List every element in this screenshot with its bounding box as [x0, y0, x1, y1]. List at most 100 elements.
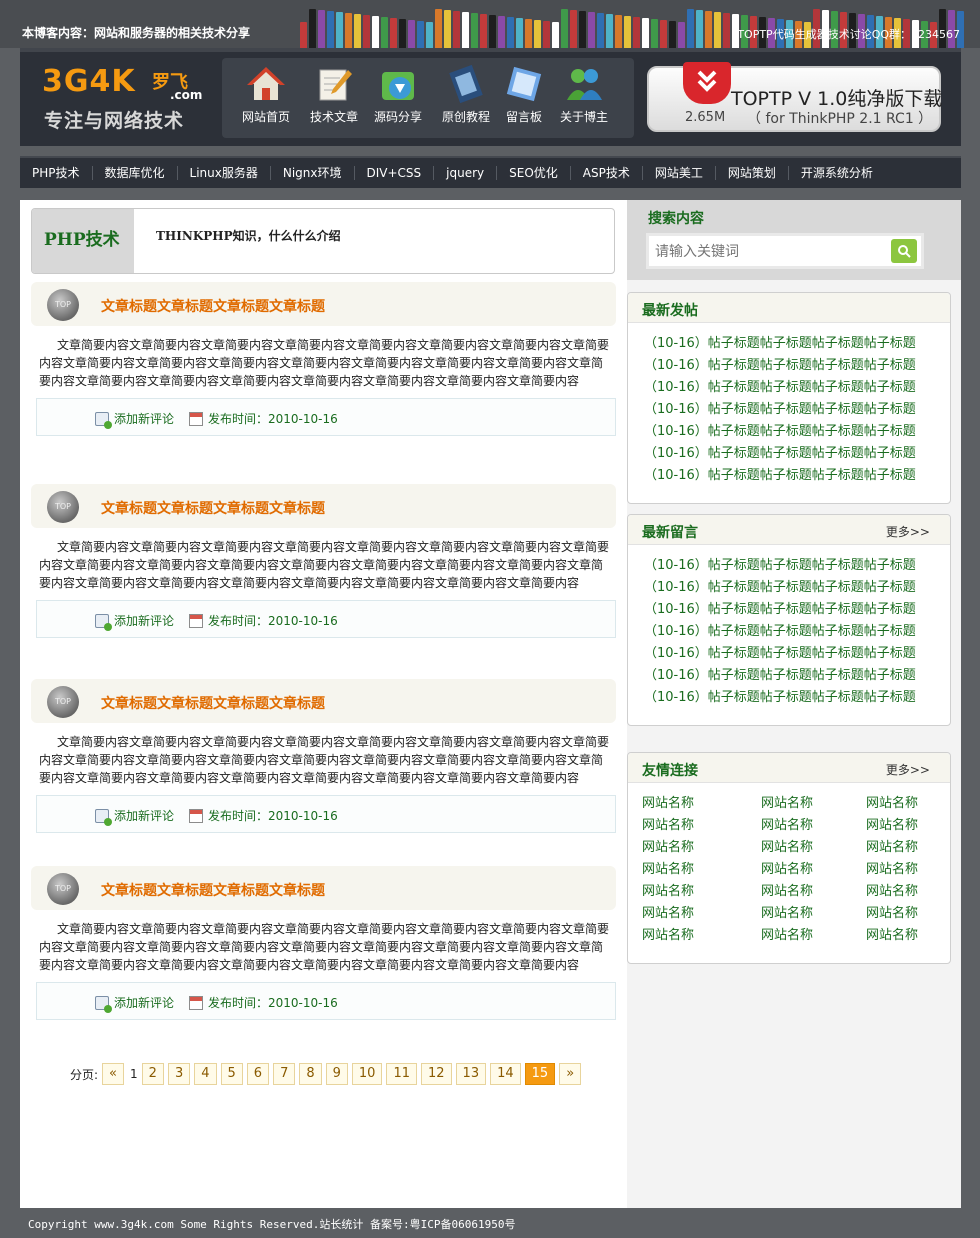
- calendar-icon: [189, 808, 203, 823]
- sidebar-list-item[interactable]: （10-16）帖子标题帖子标题帖子标题帖子标题: [644, 687, 950, 709]
- post-title-link[interactable]: 文章标题文章标题文章标题文章标题: [101, 693, 325, 713]
- pager-page-1[interactable]: 1: [128, 1067, 140, 1081]
- friend-links-more-link[interactable]: 更多>>: [886, 761, 930, 778]
- friend-link[interactable]: 网站名称: [761, 793, 866, 815]
- add-comment-label: 添加新评论: [114, 412, 175, 426]
- post-title-link[interactable]: 文章标题文章标题文章标题文章标题: [101, 296, 325, 316]
- friend-link[interactable]: 网站名称: [866, 793, 956, 815]
- friend-link[interactable]: 网站名称: [866, 837, 956, 859]
- calendar-icon: [189, 995, 203, 1010]
- menu-item[interactable]: 数据库优化: [93, 166, 178, 180]
- book-spine: [327, 11, 334, 48]
- pager-page-button[interactable]: 4: [194, 1063, 217, 1085]
- sidebar-list-item[interactable]: （10-16）帖子标题帖子标题帖子标题帖子标题: [644, 465, 950, 487]
- sidebar-list-item[interactable]: （10-16）帖子标题帖子标题帖子标题帖子标题: [644, 643, 950, 665]
- friend-link[interactable]: 网站名称: [866, 815, 956, 837]
- sidebar-list-item[interactable]: （10-16）帖子标题帖子标题帖子标题帖子标题: [644, 421, 950, 443]
- book-spine: [309, 9, 316, 48]
- sidebar-list-item[interactable]: （10-16）帖子标题帖子标题帖子标题帖子标题: [644, 399, 950, 421]
- book-spine: [471, 13, 478, 48]
- friend-link[interactable]: 网站名称: [761, 881, 866, 903]
- sidebar-list-item[interactable]: （10-16）帖子标题帖子标题帖子标题帖子标题: [644, 355, 950, 377]
- sidebar-list-item[interactable]: （10-16）帖子标题帖子标题帖子标题帖子标题: [644, 621, 950, 643]
- friend-link[interactable]: 网站名称: [761, 903, 866, 925]
- menu-item[interactable]: Nignx环境: [271, 166, 355, 180]
- menu-item[interactable]: PHP技术: [20, 166, 93, 180]
- pager-page-button[interactable]: 10: [351, 1063, 383, 1085]
- friend-link[interactable]: 网站名称: [866, 881, 956, 903]
- sidebar-list-item[interactable]: （10-16）帖子标题帖子标题帖子标题帖子标题: [644, 333, 950, 355]
- menu-item[interactable]: jquery: [434, 166, 498, 180]
- search-input[interactable]: [655, 241, 885, 263]
- menu-item[interactable]: 开源系统分析: [789, 166, 885, 180]
- nav-about[interactable]: 关于博主: [552, 64, 616, 125]
- pager-page-button[interactable]: 14: [490, 1063, 521, 1085]
- pager-page-button[interactable]: 11: [386, 1063, 417, 1085]
- menu-item[interactable]: Linux服务器: [178, 166, 271, 180]
- friend-link[interactable]: 网站名称: [761, 859, 866, 881]
- friend-link[interactable]: 网站名称: [642, 881, 761, 903]
- sidebar-list-item[interactable]: （10-16）帖子标题帖子标题帖子标题帖子标题: [644, 555, 950, 577]
- sidebar-list-item[interactable]: （10-16）帖子标题帖子标题帖子标题帖子标题: [644, 665, 950, 687]
- pager-page-button[interactable]: 6: [246, 1063, 270, 1085]
- friend-link[interactable]: 网站名称: [642, 793, 761, 815]
- pager-prev-button[interactable]: «: [102, 1063, 125, 1085]
- friend-link[interactable]: 网站名称: [761, 837, 866, 859]
- section-tab: PHP技术: [32, 209, 134, 273]
- pager-page-button[interactable]: 7: [273, 1063, 296, 1085]
- menu-item[interactable]: 网站策划: [716, 166, 789, 180]
- pager-page-button[interactable]: 5: [220, 1063, 243, 1085]
- add-comment-link[interactable]: 添加新评论: [95, 612, 174, 631]
- pager-page-button[interactable]: 12: [421, 1063, 452, 1085]
- pager-page-button[interactable]: 9: [325, 1063, 348, 1085]
- friend-link[interactable]: 网站名称: [866, 903, 956, 925]
- section-title: PHP技术: [44, 230, 120, 250]
- friend-link[interactable]: 网站名称: [642, 859, 761, 881]
- post-title-bar: TOP 文章标题文章标题文章标题文章标题: [31, 484, 616, 528]
- latest-messages-list: （10-16）帖子标题帖子标题帖子标题帖子标题 （10-16）帖子标题帖子标题帖子…: [628, 545, 950, 709]
- latest-messages-more-link[interactable]: 更多>>: [886, 523, 930, 540]
- nav-articles[interactable]: 技术文章: [302, 64, 366, 125]
- post-title-link[interactable]: 文章标题文章标题文章标题文章标题: [101, 880, 325, 900]
- nav-home[interactable]: 网站首页: [234, 64, 298, 125]
- pager-next-button[interactable]: »: [559, 1063, 582, 1085]
- pager-page-button[interactable]: 8: [299, 1063, 322, 1085]
- home-icon: [246, 64, 286, 104]
- latest-posts-widget: 最新发帖 （10-16）帖子标题帖子标题帖子标题帖子标题 （10-16）帖子标题帖…: [627, 292, 951, 504]
- friend-link[interactable]: 网站名称: [761, 815, 866, 837]
- search-button[interactable]: [891, 239, 917, 263]
- friend-link[interactable]: 网站名称: [642, 903, 761, 925]
- sidebar-list-item[interactable]: （10-16）帖子标题帖子标题帖子标题帖子标题: [644, 443, 950, 465]
- pager-page-button[interactable]: 3: [167, 1063, 191, 1085]
- pager-page-button[interactable]: 13: [455, 1063, 487, 1085]
- pager-page-button[interactable]: 2: [141, 1063, 164, 1085]
- friend-link[interactable]: 网站名称: [642, 837, 761, 859]
- latest-messages-head: 最新留言 更多>>: [628, 515, 950, 545]
- nav-source[interactable]: 源码分享: [366, 64, 430, 125]
- post-item: TOP 文章标题文章标题文章标题文章标题 文章简要内容文章简要内容文章简要内容文章简…: [31, 679, 616, 833]
- download-banner[interactable]: TOPTP V 1.0纯净版下载 2.65M （ for ThinkPHP 2.…: [647, 62, 942, 132]
- add-comment-link[interactable]: 添加新评论: [95, 807, 174, 826]
- friend-link[interactable]: 网站名称: [642, 925, 761, 947]
- friend-link[interactable]: 网站名称: [866, 925, 956, 947]
- add-comment-link[interactable]: 添加新评论: [95, 410, 175, 429]
- sidebar-list-item[interactable]: （10-16）帖子标题帖子标题帖子标题帖子标题: [644, 377, 950, 399]
- sidebar-list-item[interactable]: （10-16）帖子标题帖子标题帖子标题帖子标题: [644, 599, 950, 621]
- menu-item[interactable]: 网站美工: [643, 166, 716, 180]
- menu-item[interactable]: SEO优化: [497, 166, 571, 180]
- nav-tutorials[interactable]: 原创教程: [434, 64, 498, 125]
- menu-item[interactable]: DIV+CSS: [355, 166, 435, 180]
- sidebar-list-item[interactable]: （10-16）帖子标题帖子标题帖子标题帖子标题: [644, 577, 950, 599]
- add-comment-link[interactable]: 添加新评论: [95, 994, 174, 1013]
- menu-item[interactable]: ASP技术: [571, 166, 643, 180]
- post-title-link[interactable]: 文章标题文章标题文章标题文章标题: [101, 498, 325, 518]
- category-menu: PHP技术 数据库优化 Linux服务器 Nignx环境 DIV+CSS jquery SE…: [20, 156, 961, 188]
- nav-guestbook[interactable]: 留言板: [492, 64, 556, 125]
- site-logo[interactable]: 3G4K 罗飞 .com 专注与网络技术: [42, 64, 212, 132]
- download-icon: [378, 64, 418, 104]
- friend-link[interactable]: 网站名称: [642, 815, 761, 837]
- friend-link[interactable]: 网站名称: [866, 859, 956, 881]
- friend-link[interactable]: 网站名称: [761, 925, 866, 947]
- book-spine: [660, 20, 667, 48]
- book-spine: [624, 16, 631, 48]
